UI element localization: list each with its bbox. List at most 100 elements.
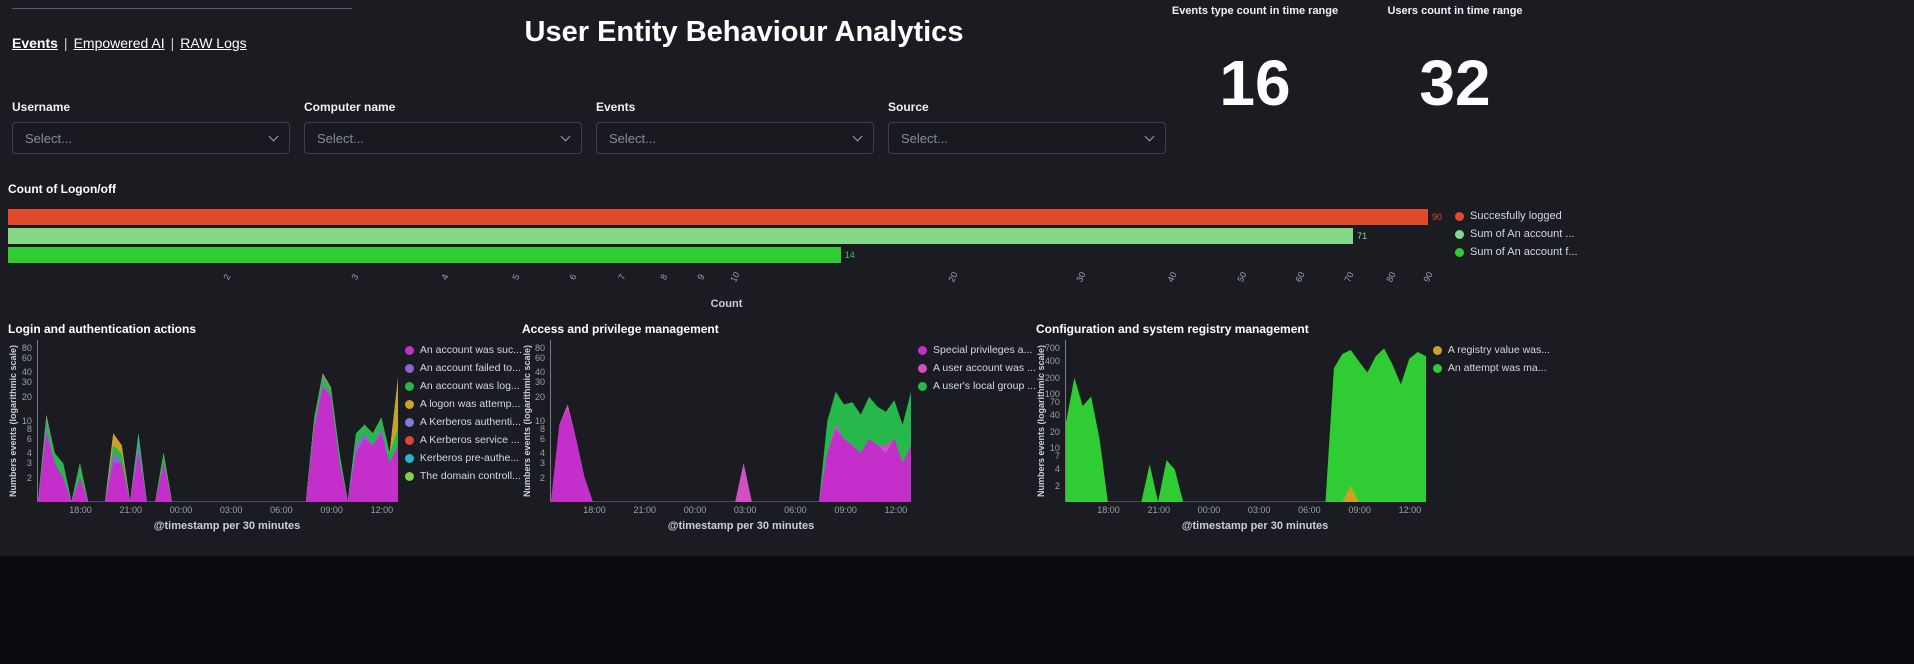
y-axis-tick: 30 <box>22 377 32 387</box>
filter-label: Events <box>596 100 874 114</box>
bar-value-label: 71 <box>1357 231 1367 241</box>
legend-item[interactable]: A registry value was... <box>1433 344 1550 356</box>
area-chart-plot[interactable] <box>37 340 397 502</box>
x-axis-ticks: 18:0021:0000:0003:0006:0009:0012:00 <box>47 502 407 514</box>
legend-label: A user's local group ... <box>933 380 1036 392</box>
legend-item[interactable]: A user's local group ... <box>918 380 1036 392</box>
legend-label: A user account was ... <box>933 362 1036 374</box>
y-axis-tick: 80 <box>22 343 32 353</box>
logon-legend: Succesfully logged Sum of An account ... S… <box>1445 208 1575 310</box>
x-axis-tick: 6 <box>568 273 579 282</box>
x-axis-tick: 12:00 <box>371 505 394 515</box>
logon-bar-chart: 907114 23456789102030405060708090 Count <box>8 208 1445 310</box>
x-axis-tick: 00:00 <box>684 505 707 515</box>
x-axis-tick: 21:00 <box>633 505 656 515</box>
y-axis-tick: 4 <box>1055 464 1060 474</box>
filter-source: Source Select... <box>888 100 1166 154</box>
bar-row: 71 <box>8 227 1445 245</box>
legend-dot-icon <box>405 364 414 373</box>
x-axis-tick: 00:00 <box>1198 505 1221 515</box>
y-axis-tick: 70 <box>1050 397 1060 407</box>
stat-label: Events type count in time range <box>1160 5 1350 17</box>
legend-item[interactable]: A user account was ... <box>918 362 1036 374</box>
x-axis-tick: 7 <box>616 273 627 282</box>
x-axis-tick: 09:00 <box>1348 505 1371 515</box>
chart-title: Login and authentication actions <box>8 322 522 336</box>
select-placeholder: Select... <box>25 131 72 146</box>
y-axis-tick: 80 <box>535 343 545 353</box>
x-axis-tick: 09:00 <box>834 505 857 515</box>
legend-dot-icon <box>405 472 414 481</box>
username-select[interactable]: Select... <box>12 122 290 154</box>
bar[interactable] <box>8 209 1428 225</box>
legend-dot-icon <box>918 364 927 373</box>
x-axis-tick: 60 <box>1293 270 1306 283</box>
stat-events-type-count: Events type count in time range 16 <box>1160 5 1350 115</box>
legend-label: A logon was attemp... <box>420 398 520 410</box>
legend-item[interactable]: The domain controll... <box>405 470 522 482</box>
y-axis-tick: 40 <box>22 367 32 377</box>
access-privilege-chart-panel: Access and privilege management Numbers … <box>522 322 1036 532</box>
legend-item[interactable]: Kerberos pre-authe... <box>405 452 522 464</box>
x-axis-tick: 8 <box>659 273 670 282</box>
legend-label: Succesfully logged <box>1470 210 1562 222</box>
x-axis-tick: 03:00 <box>220 505 243 515</box>
configuration-registry-chart-panel: Configuration and system registry manage… <box>1036 322 1550 532</box>
legend-item[interactable]: Sum of An account ... <box>1455 228 1575 240</box>
computer-name-select[interactable]: Select... <box>304 122 582 154</box>
legend-item[interactable]: An account was suc... <box>405 344 522 356</box>
legend-item[interactable]: An account failed to... <box>405 362 522 374</box>
x-axis-tick: 00:00 <box>170 505 193 515</box>
area-series <box>38 387 398 502</box>
logon-chart-title: Count of Logon/off <box>8 182 1575 196</box>
x-axis-tick: 21:00 <box>1147 505 1170 515</box>
y-axis-tick: 20 <box>22 392 32 402</box>
legend-dot-icon <box>405 418 414 427</box>
y-axis-tick: 2 <box>540 473 545 483</box>
legend-item[interactable]: An attempt was ma... <box>1433 362 1550 374</box>
x-axis-tick: 12:00 <box>1399 505 1422 515</box>
y-axis-ticks: 80604030201086432 <box>18 340 37 502</box>
legend-dot-icon <box>405 454 414 463</box>
x-axis-label: @timestamp per 30 minutes <box>561 520 921 532</box>
y-axis-label: Numbers events (logarithmic scale) <box>522 340 531 502</box>
y-axis-tick: 700 <box>1045 343 1060 353</box>
chart-title: Configuration and system registry manage… <box>1036 322 1550 336</box>
y-axis-tick: 2 <box>27 473 32 483</box>
legend-dot-icon <box>405 346 414 355</box>
logon-x-axis-label: Count <box>8 298 1445 310</box>
legend-dot-icon <box>405 436 414 445</box>
legend-item[interactable]: Sum of An account f... <box>1455 246 1575 258</box>
legend-item[interactable]: A Kerberos authenti... <box>405 416 522 428</box>
y-axis-tick: 200 <box>1045 373 1060 383</box>
y-axis-label-text: Numbers events (logarithmic scale) <box>8 345 18 497</box>
y-axis-label: Numbers events (logarithmic scale) <box>8 340 18 502</box>
x-axis-tick: 9 <box>696 273 707 282</box>
bar[interactable] <box>8 228 1353 244</box>
x-axis-tick: 18:00 <box>1097 505 1120 515</box>
y-axis-tick: 4 <box>540 448 545 458</box>
legend-label: An account failed to... <box>420 362 521 374</box>
area-chart-plot[interactable] <box>1065 340 1425 502</box>
legend-dot-icon <box>1455 230 1464 239</box>
legend-item[interactable]: Succesfully logged <box>1455 210 1575 222</box>
dashboard: Events|Empowered AI|RAW Logs User Entity… <box>0 0 1914 556</box>
filter-label: Computer name <box>304 100 582 114</box>
bar-row: 90 <box>8 208 1445 226</box>
login-authentication-chart-panel: Login and authentication actions Numbers… <box>8 322 522 532</box>
y-axis-tick: 8 <box>540 424 545 434</box>
bar[interactable] <box>8 247 841 263</box>
y-axis-tick: 4 <box>27 448 32 458</box>
legend-item[interactable]: A Kerberos service ... <box>405 434 522 446</box>
y-axis-tick: 20 <box>1050 427 1060 437</box>
legend-dot-icon <box>1433 346 1442 355</box>
source-select[interactable]: Select... <box>888 122 1166 154</box>
y-axis-label-text: Numbers events (logarithmic scale) <box>1036 345 1046 497</box>
area-chart-plot[interactable] <box>550 340 910 502</box>
legend-item[interactable]: Special privileges a... <box>918 344 1036 356</box>
legend-item[interactable]: A logon was attemp... <box>405 398 522 410</box>
events-select[interactable]: Select... <box>596 122 874 154</box>
legend-item[interactable]: An account was log... <box>405 380 522 392</box>
x-axis-tick: 12:00 <box>885 505 908 515</box>
stat-users-count: Users count in time range 32 <box>1360 5 1550 115</box>
